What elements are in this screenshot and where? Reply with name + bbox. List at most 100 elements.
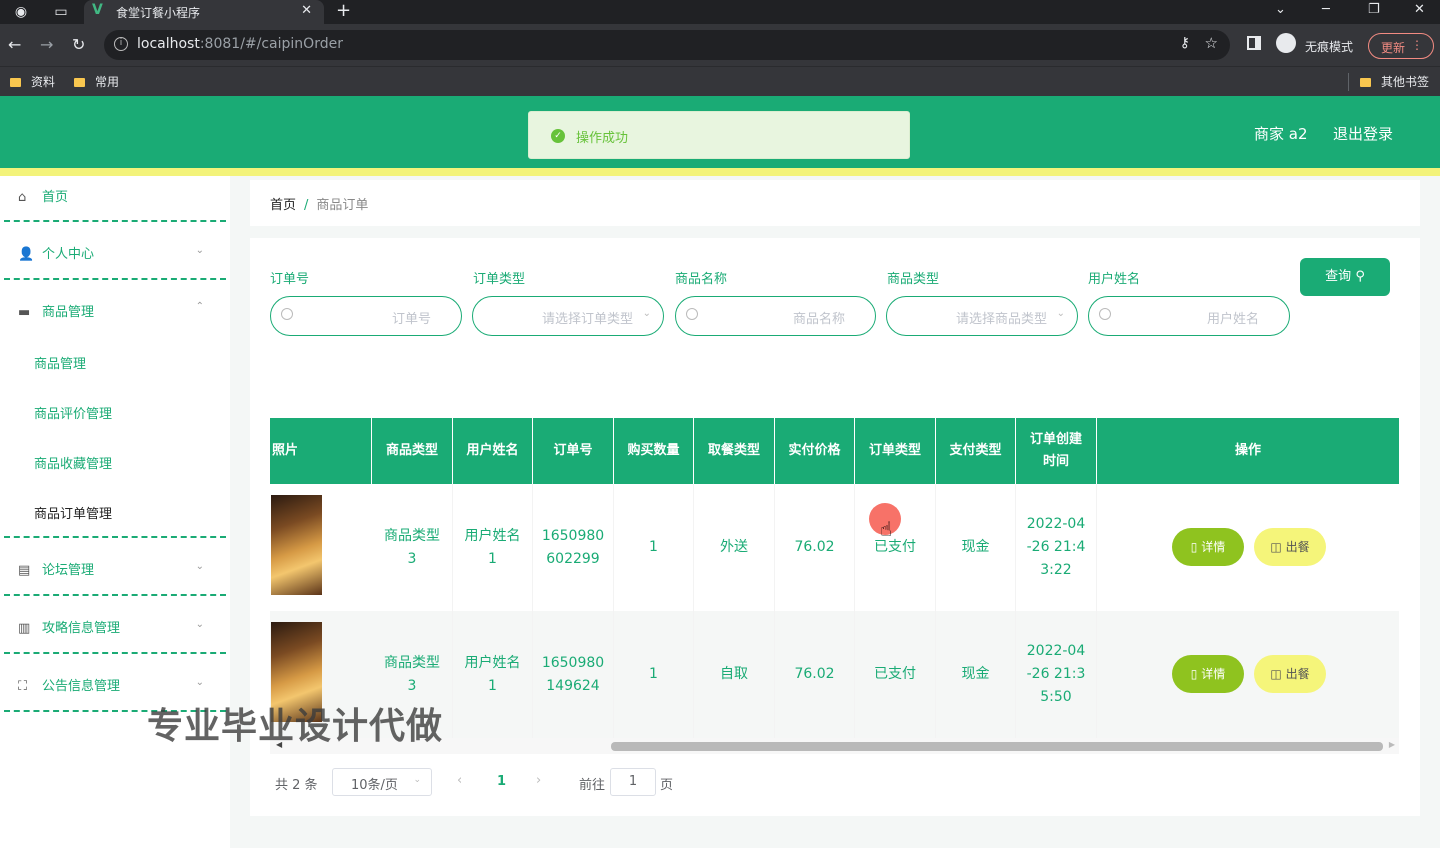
cell-user-name: 用户姓名1 [453, 484, 533, 611]
detail-button[interactable]: ▯ 详情 [1172, 528, 1244, 566]
logout-link[interactable]: 退出登录 [1333, 123, 1393, 144]
bookmark-separator [1348, 73, 1349, 91]
forum-icon: ▤ [18, 563, 31, 578]
user-name-input[interactable]: 用户姓名 [1088, 296, 1290, 336]
bookmark-star-icon[interactable]: ☆ [1205, 34, 1218, 52]
success-toast: ✓ 操作成功 [528, 111, 910, 159]
url-text: localhost:8081/#/caipinOrder [137, 36, 343, 52]
restore-icon[interactable]: ❐ [1368, 2, 1380, 17]
search-icon [686, 308, 698, 320]
bookmark-label: 常用 [95, 75, 120, 89]
browser-tab[interactable]: V 食堂订餐小程序 ✕ [84, 0, 324, 24]
column-header-pay-type: 支付类型 [936, 418, 1016, 484]
more-menu-icon[interactable]: ⋮ [1411, 38, 1423, 52]
order-type-select[interactable]: 请选择订单类型 ⌄ [472, 296, 664, 336]
input-placeholder: 用户姓名 [1206, 312, 1259, 327]
select-placeholder: 请选择商品类型 [955, 312, 1047, 327]
document-icon: ▯ [1190, 667, 1202, 681]
goto-label: 前往 [579, 778, 606, 793]
bookmark-folder-1[interactable]: 资料 [10, 73, 55, 90]
forward-icon[interactable]: → [40, 35, 53, 54]
filter-label-goods-type: 商品类型 [887, 272, 940, 287]
book-icon: ◫ [1270, 540, 1286, 554]
cell-quantity: 1 [614, 484, 694, 611]
page-number[interactable]: 1 [497, 774, 506, 789]
folder-icon [10, 78, 21, 87]
breadcrumb-current: 商品订单 [316, 198, 369, 213]
new-tab-icon[interactable]: + [336, 0, 351, 21]
serve-meal-button[interactable]: ◫ 出餐 [1254, 528, 1326, 566]
tab-close-icon[interactable]: ✕ [301, 3, 312, 18]
goods-type-select[interactable]: 请选择商品类型 ⌄ [886, 296, 1078, 336]
cell-price: 76.02 [775, 484, 855, 611]
submenu-goods-favorite[interactable]: 商品收藏管理 [34, 453, 112, 472]
key-icon[interactable]: ⚷ [1180, 35, 1190, 51]
pagination-total: 共 2 条 [275, 778, 318, 793]
cell-pay-type: 现金 [936, 611, 1016, 738]
detail-button[interactable]: ▯ 详情 [1172, 655, 1244, 693]
cell-created-time: 2022-04-26 21:35:50 [1016, 611, 1097, 738]
next-page-icon[interactable]: › [536, 773, 541, 788]
tab-title: 食堂订餐小程序 [116, 6, 201, 20]
cell-quantity: 1 [614, 611, 694, 738]
serve-meal-button[interactable]: ◫ 出餐 [1254, 655, 1326, 693]
other-bookmarks-label: 其他书签 [1381, 75, 1430, 89]
goto-page-input[interactable]: 1 [610, 768, 656, 796]
back-icon[interactable]: ← [8, 35, 21, 54]
minimize-icon[interactable]: ─ [1322, 2, 1330, 17]
cell-order-type: 已支付 [855, 484, 936, 611]
input-placeholder: 订单号 [391, 312, 431, 327]
toast-message: 操作成功 [576, 131, 629, 146]
other-bookmarks[interactable]: 其他书签 [1360, 73, 1429, 90]
sidebar-item-label: 首页 [42, 190, 69, 205]
query-button[interactable]: 查询 ⚲ [1300, 258, 1390, 296]
page-unit-label: 页 [660, 778, 674, 793]
sidebar-item-label: 公告信息管理 [42, 679, 121, 694]
tab-list-icon[interactable]: ⌄ [1275, 2, 1286, 17]
window-close-icon[interactable]: ✕ [1414, 2, 1425, 17]
cell-user-name: 用户姓名1 [453, 611, 533, 738]
search-icon [281, 308, 293, 320]
tab-search-icon[interactable]: ▭ [52, 3, 70, 21]
submenu-goods-order[interactable]: 商品订单管理 [34, 503, 112, 522]
food-photo [271, 495, 322, 595]
browser-app-icon[interactable]: ◉ [12, 3, 30, 21]
sidebar-divider [4, 220, 226, 222]
frame-icon: ⛶ [18, 679, 28, 694]
bookmark-folder-2[interactable]: 常用 [74, 73, 119, 90]
pointer-hand-icon: ☝ [880, 517, 893, 541]
url-host: localhost [137, 36, 200, 52]
url-field[interactable]: i localhost:8081/#/caipinOrder ⚷ ☆ [104, 30, 1230, 60]
submenu-goods[interactable]: 商品管理 [34, 353, 86, 372]
page-size-value: 10条/页 [351, 778, 398, 793]
scroll-right-icon[interactable]: ▶ [1389, 740, 1395, 749]
prev-page-icon[interactable]: ‹ [457, 773, 462, 788]
cell-pickup-type: 自取 [694, 611, 775, 738]
side-panel-icon[interactable] [1247, 36, 1261, 50]
column-header-order-type: 订单类型 [855, 418, 936, 484]
reload-icon[interactable]: ↻ [72, 35, 85, 54]
filter-label-order-no: 订单号 [270, 272, 310, 287]
chevron-down-icon: ⌄ [195, 245, 204, 256]
watermark-text: 专业毕业设计代做 [147, 706, 444, 747]
goods-name-input[interactable]: 商品名称 [675, 296, 876, 336]
select-placeholder: 请选择订单类型 [541, 312, 633, 327]
bookmarks-bar: 资料 常用 其他书签 [0, 66, 1440, 96]
chevron-down-icon: ⌄ [642, 308, 651, 319]
search-icon [1099, 308, 1111, 320]
order-no-input[interactable]: 订单号 [270, 296, 462, 336]
breadcrumb-home[interactable]: 首页 [270, 198, 296, 213]
site-info-icon[interactable]: i [114, 37, 128, 51]
table-row: 商品类型3 用户姓名1 1650980602299 1 外送 76.02 已支付… [270, 484, 1399, 611]
sidebar-divider [4, 536, 226, 538]
submenu-goods-review[interactable]: 商品评价管理 [34, 403, 112, 422]
cell-created-time: 2022-04-26 21:43:22 [1016, 484, 1097, 611]
chevron-down-icon: ⌄ [195, 619, 204, 630]
update-button[interactable]: 更新 ⋮ [1368, 33, 1434, 59]
page-size-select[interactable]: 10条/页 ⌄ [332, 768, 432, 796]
breadcrumb: 首页 / 商品订单 [270, 194, 368, 213]
cell-price: 76.02 [775, 611, 855, 738]
bookmark-label: 资料 [31, 75, 56, 89]
cell-order-type: 已支付 [855, 611, 936, 738]
scrollbar-thumb[interactable] [611, 742, 1383, 751]
